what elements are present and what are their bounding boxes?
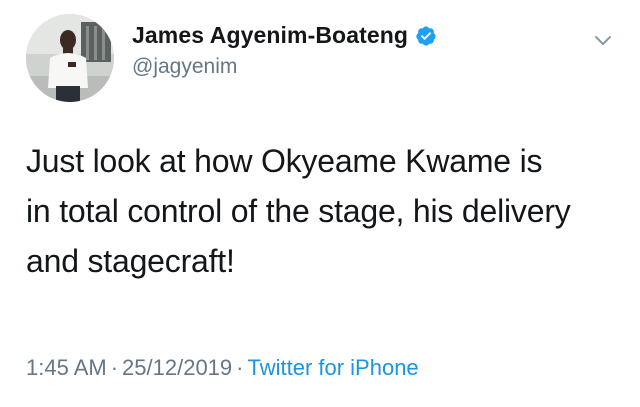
chevron-down-icon[interactable] — [590, 27, 616, 53]
tweet-text-line: in total control of the stage, his deliv… — [26, 193, 571, 229]
tweet-date[interactable]: 25/12/2019 — [122, 355, 232, 380]
display-name[interactable]: James Agyenim-Boateng — [132, 22, 408, 49]
tweet-text-line: and stagecraft! — [26, 243, 235, 279]
tweet-text: Just look at how Okyeame Kwame is in tot… — [26, 136, 626, 286]
tweet-source-link[interactable]: Twitter for iPhone — [247, 355, 418, 380]
name-row: James Agyenim-Boateng — [132, 22, 437, 49]
tweet-time[interactable]: 1:45 AM — [26, 355, 107, 380]
avatar-photo — [26, 14, 114, 102]
meta-separator: · — [236, 355, 244, 380]
verified-badge-icon — [415, 25, 437, 47]
avatar[interactable] — [26, 14, 114, 102]
user-handle[interactable]: @jagyenim — [132, 55, 237, 79]
meta-separator: · — [110, 355, 119, 380]
tweet-meta: 1:45 AM · 25/12/2019 · Twitter for iPhone — [26, 355, 419, 381]
tweet-card: James Agyenim-Boateng @jagyenim Just loo… — [0, 0, 640, 407]
tweet-text-line: Just look at how Okyeame Kwame is — [26, 143, 543, 179]
